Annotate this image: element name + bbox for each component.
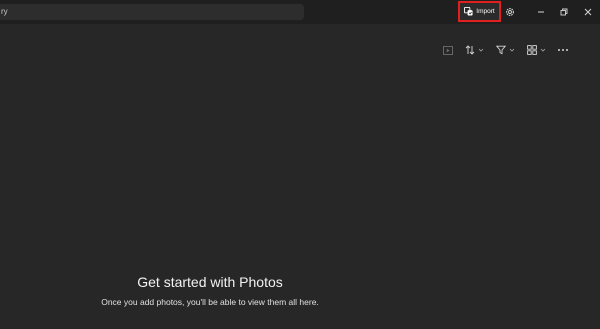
gear-icon[interactable] (503, 5, 517, 19)
chevron-down-icon (509, 48, 515, 52)
chevron-down-icon (540, 48, 546, 52)
restore-icon[interactable] (557, 5, 571, 19)
photos-window: ry Import Get started with Photos Once y… (0, 0, 600, 329)
view-grid-icon[interactable] (527, 43, 546, 57)
sort-icon[interactable] (465, 43, 484, 57)
import-button[interactable]: Import (458, 1, 501, 22)
more-icon[interactable] (556, 43, 570, 57)
slideshow-icon[interactable] (442, 43, 454, 57)
import-button-label: Import (476, 8, 495, 15)
filter-icon[interactable] (496, 43, 515, 57)
minimize-icon[interactable] (534, 5, 548, 19)
title-bar: ry Import (0, 0, 600, 24)
close-icon[interactable] (581, 5, 595, 19)
import-icon (464, 7, 473, 16)
search-input[interactable]: ry (0, 4, 304, 20)
chevron-down-icon (478, 48, 484, 52)
empty-state-title: Get started with Photos (137, 274, 283, 290)
empty-state-subtitle: Once you add photos, you'll be able to v… (101, 297, 319, 307)
search-input-value: ry (1, 7, 8, 16)
